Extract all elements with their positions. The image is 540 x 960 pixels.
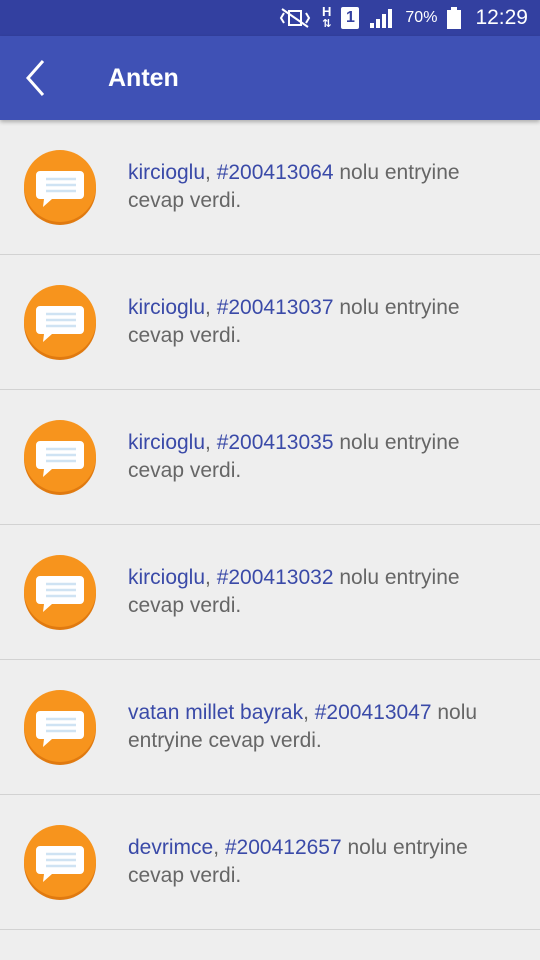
entry-link[interactable]: #200413032 (217, 566, 334, 589)
notification-text: kircioglu, #200413035 nolu entryine ceva… (128, 429, 540, 485)
separator: , (205, 296, 217, 319)
entry-link[interactable]: #200413035 (217, 431, 334, 454)
chat-bubble-icon (24, 690, 96, 765)
signal-icon (369, 7, 395, 29)
network-type-icon: H ⇅ (322, 4, 332, 30)
page-title: Anten (108, 63, 179, 92)
network-type-label: H (322, 4, 332, 19)
chat-bubble-icon (24, 825, 96, 900)
list-item[interactable]: kircioglu, #200413035 nolu entryine ceva… (0, 390, 540, 525)
notification-text: kircioglu, #200413037 nolu entryine ceva… (128, 294, 540, 350)
notification-text: kircioglu, #200413064 nolu entryine ceva… (128, 159, 540, 215)
battery-icon (447, 7, 462, 29)
username-link[interactable]: kircioglu (128, 296, 205, 319)
sim-label: 1 (341, 7, 360, 29)
username-link[interactable]: kircioglu (128, 431, 205, 454)
battery-percent: 70% (405, 9, 438, 26)
notification-text: vatan millet bayrak, #200413047 nolu ent… (128, 699, 540, 755)
back-button[interactable] (0, 36, 72, 120)
separator: , (213, 836, 225, 859)
vibrate-mute-icon (278, 7, 312, 29)
separator: , (205, 161, 217, 184)
separator: , (205, 431, 217, 454)
clock: 12:29 (475, 6, 528, 29)
list-item[interactable]: devrimce, #200412657 nolu entryine cevap… (0, 795, 540, 930)
entry-link[interactable]: #200412657 (225, 836, 342, 859)
chat-bubble-icon (24, 555, 96, 630)
status-bar: H ⇅ 1 70% 12:29 (0, 0, 540, 36)
list-item[interactable]: kircioglu, #200413032 nolu entryine ceva… (0, 525, 540, 660)
username-link[interactable]: vatan millet bayrak (128, 701, 303, 724)
list-item[interactable]: vatan millet bayrak, #200413047 nolu ent… (0, 660, 540, 795)
chat-bubble-icon (24, 285, 96, 360)
separator: , (205, 566, 217, 589)
app-bar: Anten (0, 36, 540, 120)
list-item[interactable]: kircioglu, #200413064 nolu entryine ceva… (0, 120, 540, 255)
username-link[interactable]: devrimce (128, 836, 213, 859)
username-link[interactable]: kircioglu (128, 161, 205, 184)
username-link[interactable]: kircioglu (128, 566, 205, 589)
list-item[interactable]: kircioglu, #200413037 nolu entryine ceva… (0, 255, 540, 390)
entry-link[interactable]: #200413064 (217, 161, 334, 184)
notification-text: kircioglu, #200413032 nolu entryine ceva… (128, 564, 540, 620)
sim-icon: 1 (341, 7, 360, 29)
entry-link[interactable]: #200413037 (217, 296, 334, 319)
chat-bubble-icon (24, 420, 96, 495)
notification-text: devrimce, #200412657 nolu entryine cevap… (128, 834, 540, 890)
chevron-left-icon (25, 60, 45, 96)
entry-link[interactable]: #200413047 (315, 701, 432, 724)
chat-bubble-icon (24, 150, 96, 225)
notification-list: kircioglu, #200413064 nolu entryine ceva… (0, 120, 540, 930)
separator: , (303, 701, 315, 724)
